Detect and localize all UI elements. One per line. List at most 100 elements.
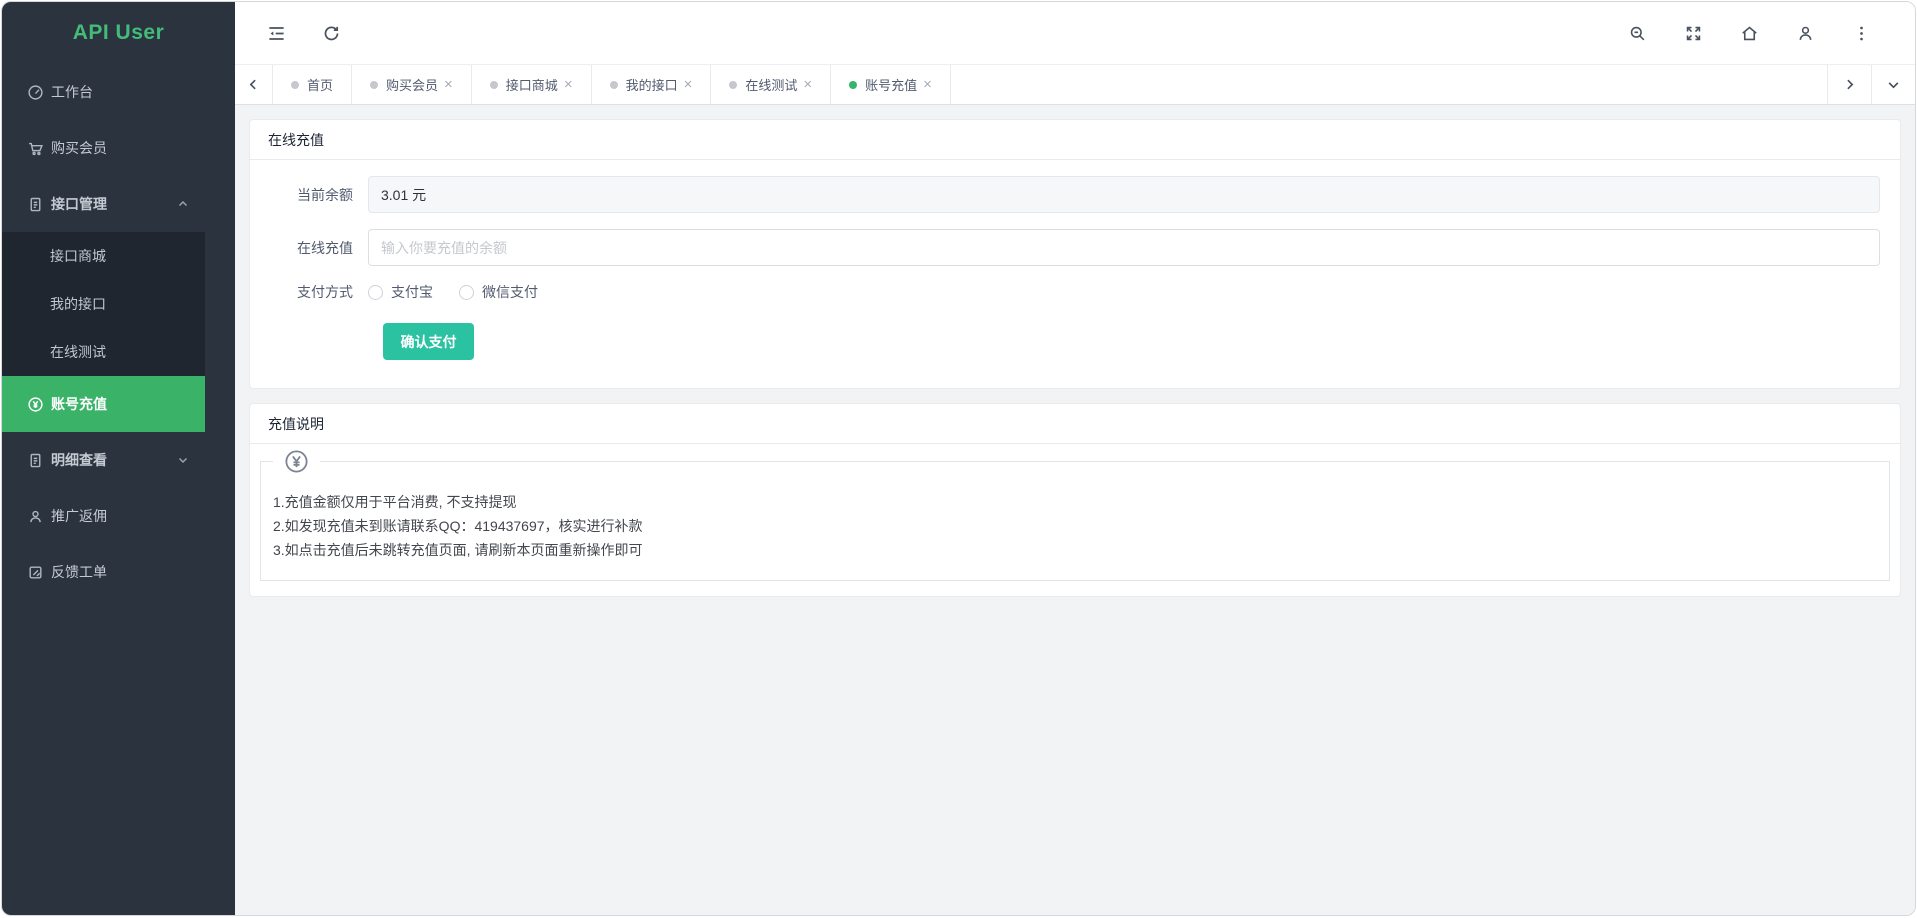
sidebar-item-feedback-ticket[interactable]: 反馈工单 [2, 544, 205, 600]
balance-row: 当前余额 [250, 176, 1880, 213]
chevron-down-icon [1887, 78, 1900, 91]
recharge-form: 当前余额 在线充值 支付方式 支付宝 [250, 176, 1900, 388]
payment-method-row: 支付方式 支付宝 微信支付 [250, 282, 1880, 302]
note-line: 3.如点击充值后未跳转充值页面, 请刷新本页面重新操作即可 [273, 538, 1869, 562]
notes-box: 1.充值金额仅用于平台消费, 不支持提现 2.如发现充值未到账请联系QQ：419… [260, 461, 1890, 581]
tab-close-icon[interactable]: × [923, 77, 932, 92]
tab-status-dot [490, 81, 498, 89]
sidebar-item-label: 我的接口 [50, 294, 106, 314]
chevron-left-icon [247, 78, 260, 91]
tab-home[interactable]: 首页 [273, 65, 352, 104]
tab-online-test[interactable]: 在线测试 × [711, 65, 831, 104]
dashboard-icon [27, 84, 44, 101]
tab-label: 我的接口 [626, 75, 678, 94]
api-management-submenu: 接口商城 我的接口 在线测试 [2, 232, 205, 376]
tab-close-icon[interactable]: × [444, 77, 453, 92]
card-title: 在线充值 [250, 120, 1900, 160]
open-tabs: 首页 购买会员 × 接口商城 × 我的接口 × [273, 65, 951, 104]
radio-label: 支付宝 [391, 282, 433, 302]
sidebar-item-label: 推广返佣 [51, 506, 107, 526]
tab-label: 接口商城 [506, 75, 558, 94]
tab-status-dot [370, 81, 378, 89]
tab-api-mall[interactable]: 接口商城 × [472, 65, 592, 104]
sidebar-item-label: 明细查看 [51, 450, 107, 470]
sidebar-item-label: 账号充值 [51, 394, 107, 414]
recharge-notes-card: 充值说明 1.充值金额仅用于平台消费, 不支持提现 2.如发现充值未到账请联系Q… [249, 403, 1901, 597]
main-area: 首页 购买会员 × 接口商城 × 我的接口 × [235, 2, 1915, 915]
note-line: 2.如发现充值未到账请联系QQ：419437697，核实进行补款 [273, 514, 1869, 538]
recharge-amount-row: 在线充值 [250, 229, 1880, 266]
balance-label: 当前余额 [250, 185, 368, 205]
feedback-icon [27, 564, 44, 581]
sidebar-item-api-mall[interactable]: 接口商城 [2, 232, 205, 280]
tabs-options-button[interactable] [1871, 65, 1915, 104]
sidebar-item-account-recharge[interactable]: 账号充值 [2, 376, 205, 432]
search-icon[interactable] [1628, 24, 1647, 43]
refresh-icon[interactable] [322, 24, 341, 43]
sidebar-item-workbench[interactable]: 工作台 [2, 64, 205, 120]
sidebar-item-label: 接口商城 [50, 246, 106, 266]
sidebar-item-api-management[interactable]: 接口管理 [2, 176, 205, 232]
tab-bar: 首页 购买会员 × 接口商城 × 我的接口 × [235, 64, 1915, 105]
app-logo: API User [2, 2, 235, 64]
tab-status-dot [849, 81, 857, 89]
tab-label: 在线测试 [745, 75, 797, 94]
sidebar-item-label: 购买会员 [51, 138, 107, 158]
sidebar-item-buy-membership[interactable]: 购买会员 [2, 120, 205, 176]
user-icon[interactable] [1796, 24, 1815, 43]
fullscreen-icon[interactable] [1684, 24, 1703, 43]
tab-status-dot [291, 81, 299, 89]
sidebar-item-label: 反馈工单 [51, 562, 107, 582]
sidebar-item-my-apis[interactable]: 我的接口 [2, 280, 205, 328]
page-content: 在线充值 当前余额 在线充值 支付方式 [235, 105, 1915, 915]
sidebar: API User 工作台 购买会员 接口管理 [2, 2, 235, 915]
document-icon [27, 452, 44, 469]
confirm-pay-button[interactable]: 确认支付 [383, 323, 474, 360]
tab-buy-membership[interactable]: 购买会员 × [352, 65, 472, 104]
tab-label: 首页 [307, 75, 333, 94]
sidebar-item-detail-view[interactable]: 明细查看 [2, 432, 205, 488]
tab-label: 购买会员 [386, 75, 438, 94]
radio-circle-icon[interactable] [459, 285, 474, 300]
tabs-scroll-left-button[interactable] [235, 65, 273, 104]
card-title: 充值说明 [250, 404, 1900, 444]
sidebar-item-label: 工作台 [51, 82, 93, 102]
sidebar-item-label: 在线测试 [50, 342, 106, 362]
yen-coin-icon [273, 448, 320, 475]
kebab-menu-icon[interactable] [1852, 24, 1871, 43]
sidebar-item-online-test[interactable]: 在线测试 [2, 328, 205, 376]
collapse-sidebar-icon[interactable] [267, 24, 286, 43]
tab-close-icon[interactable]: × [684, 77, 693, 92]
chevron-right-icon [1843, 78, 1856, 91]
payment-method-label: 支付方式 [250, 282, 368, 302]
payment-options: 支付宝 微信支付 [368, 282, 538, 302]
note-line: 1.充值金额仅用于平台消费, 不支持提现 [273, 490, 1869, 514]
tab-my-apis[interactable]: 我的接口 × [592, 65, 712, 104]
tab-status-dot [610, 81, 618, 89]
alipay-radio[interactable]: 支付宝 [368, 282, 433, 302]
yen-coin-icon [27, 396, 44, 413]
tabbar-spacer [951, 65, 1827, 104]
tabs-scroll-right-button[interactable] [1827, 65, 1871, 104]
document-icon [27, 196, 44, 213]
submit-row: 确认支付 [250, 323, 1880, 360]
tab-close-icon[interactable]: × [803, 77, 812, 92]
online-recharge-card: 在线充值 当前余额 在线充值 支付方式 [249, 119, 1901, 389]
tab-label: 账号充值 [865, 75, 917, 94]
cart-icon [27, 140, 44, 157]
sidebar-menu: 工作台 购买会员 接口管理 接口商城 [2, 64, 205, 600]
recharge-amount-input[interactable] [368, 229, 1880, 266]
radio-label: 微信支付 [482, 282, 538, 302]
sidebar-item-label: 接口管理 [51, 194, 107, 214]
tab-close-icon[interactable]: × [564, 77, 573, 92]
chevron-up-icon [177, 198, 189, 210]
radio-circle-icon[interactable] [368, 285, 383, 300]
balance-field [368, 176, 1880, 213]
app-window: API User 工作台 购买会员 接口管理 [1, 1, 1916, 916]
home-icon[interactable] [1740, 24, 1759, 43]
sidebar-item-referral-commission[interactable]: 推广返佣 [2, 488, 205, 544]
tab-account-recharge[interactable]: 账号充值 × [831, 65, 951, 104]
recharge-amount-label: 在线充值 [250, 238, 368, 258]
wechat-pay-radio[interactable]: 微信支付 [459, 282, 538, 302]
header-actions [1628, 24, 1871, 43]
